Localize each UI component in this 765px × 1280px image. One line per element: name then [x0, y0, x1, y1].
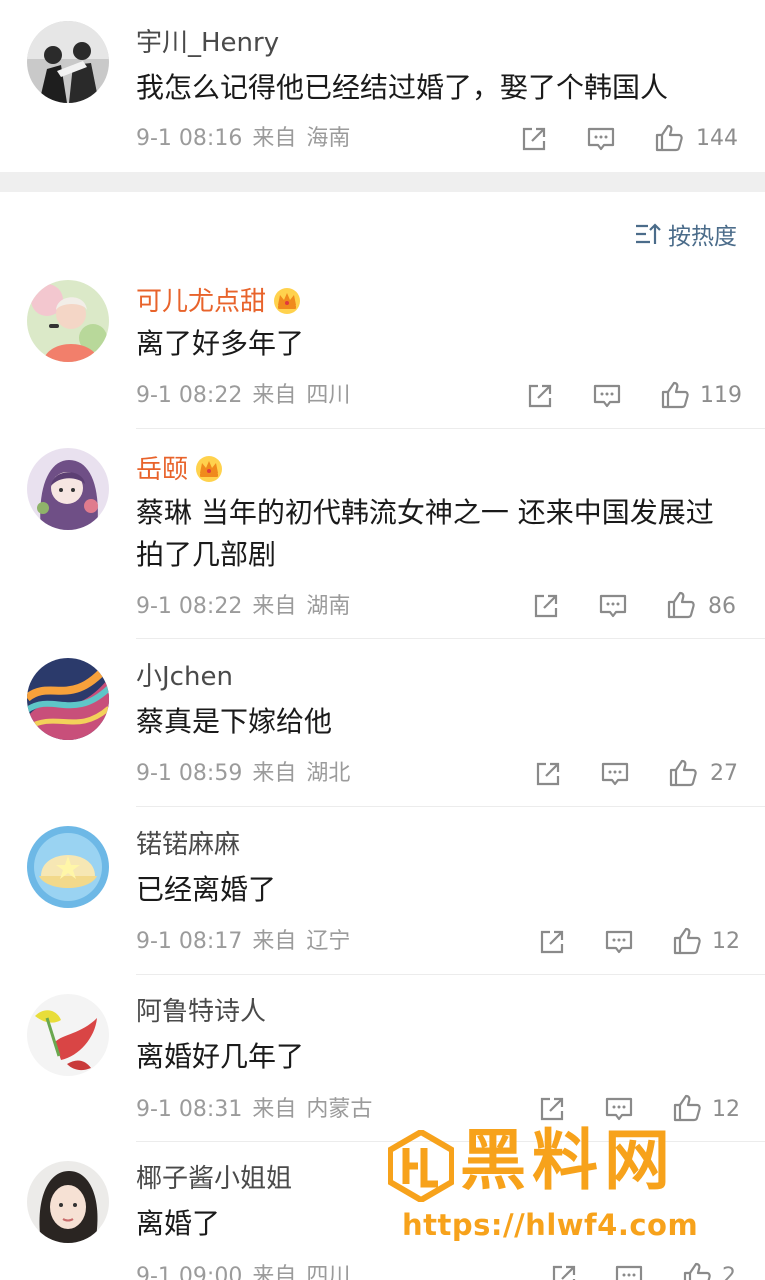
watermark-url: https://hlwf4.com	[402, 1208, 699, 1242]
comment-icon[interactable]	[600, 759, 630, 789]
username[interactable]: 椰子酱小姐姐	[136, 1166, 292, 1192]
comment-meta: 9-1 08:17 来自 辽宁	[136, 929, 351, 954]
watermark-logo-icon	[387, 1128, 455, 1204]
comment-icon[interactable]	[592, 381, 622, 411]
avatar[interactable]	[27, 448, 109, 530]
like-count: 119	[700, 383, 742, 408]
comment-icon[interactable]	[598, 591, 628, 621]
divider	[136, 638, 765, 639]
comment-text: 我怎么记得他已经结过婚了，娶了个韩国人	[136, 71, 669, 104]
divider	[136, 974, 765, 975]
avatar[interactable]	[27, 21, 109, 103]
divider	[136, 428, 765, 429]
divider	[136, 806, 765, 807]
comment-meta: 9-1 08:16 来自 海南	[136, 128, 350, 150]
comment-meta: 9-1 08:22 来自 湖南	[136, 594, 351, 619]
like-count: 12	[712, 1097, 740, 1122]
like-count: 2	[722, 1264, 736, 1280]
share-icon[interactable]	[537, 927, 567, 957]
username[interactable]: 锘锘麻麻	[136, 832, 240, 858]
avatar[interactable]	[27, 280, 109, 362]
like-count: 86	[708, 594, 736, 619]
comment-meta: 9-1 08:22 来自 四川	[136, 383, 351, 408]
share-icon[interactable]	[531, 591, 561, 621]
share-icon[interactable]	[519, 124, 549, 154]
username[interactable]: 宇川_Henry	[136, 30, 279, 56]
comment-icon[interactable]	[586, 124, 616, 154]
comment-icon[interactable]	[604, 1094, 634, 1124]
username[interactable]: 可儿尤点甜	[136, 286, 302, 315]
like-icon[interactable]	[660, 380, 690, 410]
like-count: 27	[710, 761, 738, 786]
sort-button[interactable]: 按热度	[634, 219, 737, 250]
share-icon[interactable]	[549, 1262, 579, 1280]
avatar[interactable]	[27, 826, 109, 908]
username[interactable]: 阿鲁特诗人	[136, 999, 266, 1025]
top-comment: 宇川_Henry 我怎么记得他已经结过婚了，娶了个韩国人 9-1 08:16 来自…	[0, 0, 765, 172]
comment-time: 9-1 08:16	[136, 126, 243, 151]
comment-text: 离了好多年了	[136, 327, 305, 360]
like-icon[interactable]	[654, 123, 684, 153]
watermark-title: 黑料网	[460, 1122, 676, 1199]
username[interactable]: 小Jchen	[136, 664, 233, 690]
share-icon[interactable]	[533, 759, 563, 789]
comment-text: 蔡琳 当年的初代韩流女神之一 还来中国发展过拍了几部剧	[136, 496, 714, 571]
like-icon[interactable]	[672, 1093, 702, 1123]
share-icon[interactable]	[537, 1094, 567, 1124]
comment-icon[interactable]	[604, 927, 634, 957]
comment-meta: 9-1 08:59 来自 湖北	[136, 761, 351, 786]
section-separator	[0, 172, 765, 192]
like-icon[interactable]	[668, 758, 698, 788]
like-icon[interactable]	[682, 1261, 712, 1280]
comment-text: 离婚好几年了	[136, 1040, 305, 1073]
comment-icon[interactable]	[614, 1262, 644, 1280]
comment-text: 蔡真是下嫁给他	[136, 705, 333, 738]
sort-label: 按热度	[668, 224, 737, 250]
comment-location: 海南	[306, 126, 351, 151]
from-label: 来自	[252, 126, 297, 151]
avatar[interactable]	[27, 994, 109, 1076]
vip-crown-icon	[194, 454, 224, 482]
avatar[interactable]	[27, 658, 109, 740]
like-icon[interactable]	[666, 590, 696, 620]
like-icon[interactable]	[672, 926, 702, 956]
avatar[interactable]	[27, 1161, 109, 1243]
watermark: 黑料网 https://hlwf4.com	[387, 1122, 738, 1253]
comment-meta: 9-1 09:00 来自 四川	[136, 1264, 351, 1280]
share-icon[interactable]	[525, 381, 555, 411]
vip-crown-icon	[272, 286, 302, 314]
username[interactable]: 岳颐	[136, 454, 224, 483]
comment-text: 已经离婚了	[136, 873, 277, 906]
comment-meta: 9-1 08:31 来自 内蒙古	[136, 1097, 373, 1122]
like-count: 144	[696, 126, 738, 151]
sort-icon	[636, 223, 661, 244]
like-count: 12	[712, 929, 740, 954]
